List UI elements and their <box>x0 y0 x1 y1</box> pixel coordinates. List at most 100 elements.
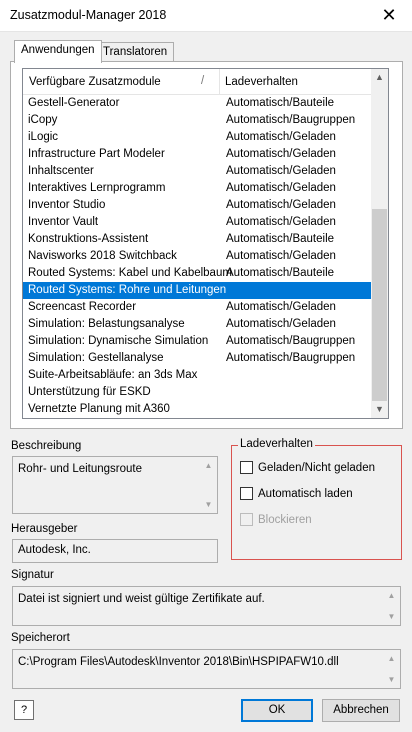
checkbox-box[interactable] <box>240 487 253 500</box>
addin-load-behavior: Automatisch/Baugruppen <box>226 114 356 126</box>
list-item[interactable]: iCopy Automatisch/Baugruppen <box>23 112 371 129</box>
scroll-down-icon[interactable]: ▼ <box>383 608 400 625</box>
list-item[interactable]: Infrastructure Part Modeler Automatisch/G… <box>23 146 371 163</box>
publisher-field[interactable]: Autodesk, Inc. <box>12 539 218 563</box>
checkbox-box[interactable] <box>240 461 253 474</box>
publisher-label: Herausgeber <box>11 523 78 535</box>
list-item[interactable]: Inventor Studio Automatisch/Geladen <box>23 197 371 214</box>
description-scrollbar[interactable]: ▲ ▼ <box>200 457 217 513</box>
list-item[interactable]: Interaktives Lernprogramm Automatisch/Gel… <box>23 180 371 197</box>
list-item[interactable]: Routed Systems: Rohre und Leitungen <box>23 282 371 299</box>
addin-name: Inventor Studio <box>28 199 106 211</box>
scroll-down-icon[interactable]: ▼ <box>383 671 400 688</box>
addin-load-behavior: Automatisch/Geladen <box>226 165 336 177</box>
list-item[interactable]: Screencast Recorder Automatisch/Geladen <box>23 299 371 316</box>
window-title: Zusatzmodul-Manager 2018 <box>10 8 167 22</box>
description-label: Beschreibung <box>11 440 82 452</box>
addin-name: Simulation: Gestellanalyse <box>28 352 164 364</box>
close-icon[interactable]: ✕ <box>378 4 400 26</box>
addin-load-behavior: Automatisch/Baugruppen <box>226 352 356 364</box>
help-button[interactable]: ? <box>14 700 34 720</box>
list-item[interactable]: Suite-Arbeitsabläufe: an 3ds Max <box>23 367 371 384</box>
scroll-up-icon[interactable]: ▲ <box>383 587 400 604</box>
addin-load-behavior: Automatisch/Bauteile <box>226 97 335 109</box>
addin-load-behavior: Automatisch/Baugruppen <box>226 335 356 347</box>
addin-name: Routed Systems: Rohre und Leitungen <box>28 284 227 296</box>
signature-field[interactable]: Datei ist signiert und weist gültige Zer… <box>12 586 401 626</box>
list-item[interactable]: Inhaltscenter Automatisch/Geladen <box>23 163 371 180</box>
addin-name: Inhaltscenter <box>28 165 94 177</box>
addin-load-behavior: Automatisch/Geladen <box>226 148 336 160</box>
addin-name: iLogic <box>28 131 59 143</box>
location-field[interactable]: C:\Program Files\Autodesk\Inventor 2018\… <box>12 649 401 689</box>
addin-name: iCopy <box>28 114 58 126</box>
loaded-checkbox[interactable]: Geladen/Nicht geladen <box>240 461 375 474</box>
list-item[interactable]: Konstruktions-Assistent Automatisch/Baute… <box>23 231 371 248</box>
description-field[interactable]: Rohr- und Leitungsroute ▲ ▼ <box>12 456 218 514</box>
list-item[interactable]: Navisworks 2018 Switchback Automatisch/Ge… <box>23 248 371 265</box>
addin-load-behavior: Automatisch/Geladen <box>226 318 336 330</box>
block-checkbox: Blockieren <box>240 513 312 526</box>
list-item[interactable]: Inventor Vault Automatisch/Geladen <box>23 214 371 231</box>
addin-name: Konstruktions-Assistent <box>28 233 149 245</box>
tab-translatoren[interactable]: Translatoren <box>96 42 175 62</box>
ok-button[interactable]: OK <box>241 699 313 722</box>
scroll-down-icon[interactable]: ▼ <box>200 496 217 513</box>
load-behavior-group: Ladeverhalten Geladen/Nicht geladen Auto… <box>231 438 402 560</box>
addin-name: Screencast Recorder <box>28 301 137 313</box>
list-item[interactable]: Simulation: Gestellanalyse Automatisch/Ba… <box>23 350 371 367</box>
list-item[interactable]: Simulation: Dynamische Simulation Automat… <box>23 333 371 350</box>
addin-name: Simulation: Belastungsanalyse <box>28 318 185 330</box>
list-header: Verfügbare Zusatzmodule / Ladeverhalten <box>23 69 371 95</box>
addin-name: Navisworks 2018 Switchback <box>28 250 177 262</box>
scroll-up-icon[interactable]: ▲ <box>371 69 388 86</box>
addin-name: Unterstützung für ESKD <box>28 386 151 398</box>
scroll-up-icon[interactable]: ▲ <box>200 457 217 474</box>
addin-load-behavior: Automatisch/Geladen <box>226 216 336 228</box>
publisher-value: Autodesk, Inc. <box>18 544 91 556</box>
column-header-addins[interactable]: Verfügbare Zusatzmodule <box>29 76 161 88</box>
addin-load-behavior: Automatisch/Geladen <box>226 182 336 194</box>
sort-indicator-icon: / <box>201 75 205 87</box>
location-value: C:\Program Files\Autodesk\Inventor 2018\… <box>18 656 339 668</box>
addin-load-behavior: Automatisch/Bauteile <box>226 233 335 245</box>
list-item[interactable]: Unterstützung für ESKD <box>23 384 371 401</box>
addin-name: Simulation: Dynamische Simulation <box>28 335 209 347</box>
addin-list[interactable]: Verfügbare Zusatzmodule / Ladeverhalten … <box>22 68 389 419</box>
addin-load-behavior: Automatisch/Geladen <box>226 301 336 313</box>
help-icon: ? <box>20 704 28 716</box>
scroll-down-icon[interactable]: ▼ <box>371 401 388 418</box>
location-label: Speicherort <box>11 632 70 644</box>
auto-load-checkbox-label: Automatisch laden <box>258 487 353 500</box>
scroll-thumb[interactable] <box>372 209 387 401</box>
addin-name: Interaktives Lernprogramm <box>28 182 166 194</box>
signature-scrollbar[interactable]: ▲ ▼ <box>383 587 400 625</box>
load-behavior-legend: Ladeverhalten <box>238 438 315 450</box>
scroll-up-icon[interactable]: ▲ <box>383 650 400 667</box>
list-rows: Gestell-Generator Automatisch/Bauteile iCo… <box>23 95 371 418</box>
addin-name: Infrastructure Part Modeler <box>28 148 165 160</box>
title-bar: Zusatzmodul-Manager 2018 ✕ <box>0 0 412 32</box>
location-scrollbar[interactable]: ▲ ▼ <box>383 650 400 688</box>
description-value: Rohr- und Leitungsroute <box>18 463 143 475</box>
addin-name: Inventor Vault <box>28 216 99 228</box>
list-item[interactable]: Simulation: Belastungsanalyse Automatisch… <box>23 316 371 333</box>
checkbox-box <box>240 513 253 526</box>
column-separator[interactable] <box>219 69 220 95</box>
cancel-button[interactable]: Abbrechen <box>322 699 400 722</box>
list-item[interactable]: Gestell-Generator Automatisch/Bauteile <box>23 95 371 112</box>
addin-load-behavior: Automatisch/Geladen <box>226 131 336 143</box>
list-item[interactable]: Vernetzte Planung mit A360 <box>23 401 371 418</box>
addin-name: Gestell-Generator <box>28 97 120 109</box>
auto-load-checkbox[interactable]: Automatisch laden <box>240 487 353 500</box>
loaded-checkbox-label: Geladen/Nicht geladen <box>258 461 375 474</box>
list-item[interactable]: Routed Systems: Kabel und Kabelbaum Autom… <box>23 265 371 282</box>
addin-load-behavior: Automatisch/Bauteile <box>226 267 335 279</box>
list-scrollbar[interactable]: ▲ ▼ <box>371 69 388 418</box>
signature-value: Datei ist signiert und weist gültige Zer… <box>18 593 265 605</box>
list-item[interactable]: iLogic Automatisch/Geladen <box>23 129 371 146</box>
addin-name: Routed Systems: Kabel und Kabelbaum <box>28 267 232 279</box>
column-header-load-behavior[interactable]: Ladeverhalten <box>225 76 298 88</box>
addin-name: Vernetzte Planung mit A360 <box>28 403 170 415</box>
tab-anwendungen[interactable]: Anwendungen <box>14 40 102 63</box>
